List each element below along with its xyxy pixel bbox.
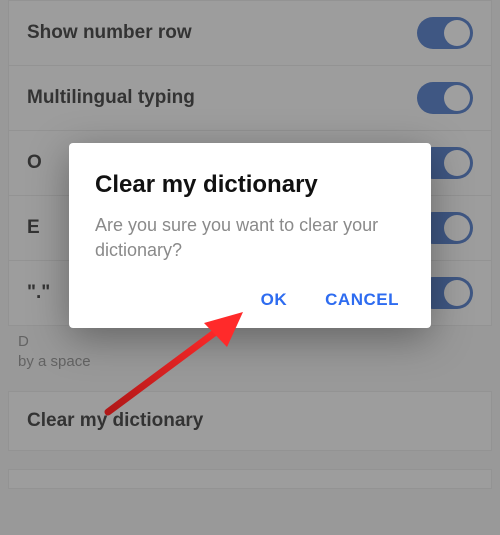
confirm-dialog: Clear my dictionary Are you sure you wan… (69, 143, 431, 328)
dialog-actions: OK CANCEL (95, 290, 405, 310)
modal-overlay: Clear my dictionary Are you sure you wan… (0, 0, 500, 535)
dialog-title: Clear my dictionary (95, 171, 405, 199)
settings-screen: Show number row Multilingual typing O E … (0, 0, 500, 535)
cancel-button[interactable]: CANCEL (325, 290, 399, 310)
dialog-message: Are you sure you want to clear your dict… (95, 213, 405, 262)
ok-button[interactable]: OK (261, 290, 288, 310)
